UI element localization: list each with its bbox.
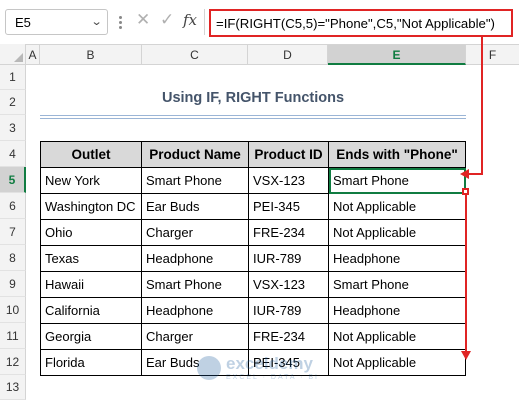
cancel-icon[interactable]: ✕	[136, 10, 150, 30]
table-row: Washington DC Ear Buds PEI-345 Not Appli…	[40, 193, 466, 220]
row-header-4[interactable]: 4	[0, 141, 26, 167]
row-header-10[interactable]: 10	[0, 297, 26, 323]
column-header-a[interactable]: A	[26, 45, 40, 65]
row-header-7[interactable]: 7	[0, 219, 26, 245]
table-row: Hawaii Smart Phone VSX-123 Smart Phone	[40, 271, 466, 298]
formula-bar-row: E5 ⌄ ✕ ✓ fx =IF(RIGHT(C5,5)="Phone",C5,"…	[0, 0, 519, 44]
header-ends-with-phone[interactable]: Ends with "Phone"	[328, 141, 466, 168]
column-header-e[interactable]: E	[328, 45, 466, 65]
cell-result[interactable]: Headphone	[328, 245, 466, 272]
row-header-1[interactable]: 1	[0, 65, 26, 90]
title-underline	[40, 118, 466, 119]
cell-product-id[interactable]: IUR-789	[248, 245, 329, 272]
row-header-6[interactable]: 6	[0, 193, 26, 219]
cell-product-name[interactable]: Headphone	[141, 297, 249, 324]
cell-outlet[interactable]: Ohio	[40, 219, 142, 246]
data-table: Outlet Product Name Product ID Ends with…	[40, 141, 466, 376]
cell-result[interactable]: Not Applicable	[328, 219, 466, 246]
cell-outlet[interactable]: Florida	[40, 349, 142, 376]
annotation-arrow-line	[481, 37, 483, 174]
cell-product-name[interactable]: Smart Phone	[141, 271, 249, 298]
row-header-3[interactable]: 3	[0, 115, 26, 141]
table-row: Georgia Charger FRE-234 Not Applicable	[40, 323, 466, 350]
formula-buttons: ✕ ✓ fx	[129, 9, 205, 35]
row-header-2[interactable]: 2	[0, 90, 26, 115]
watermark-tagline: EXCEL · DATA · BI	[226, 374, 319, 381]
cell-product-name[interactable]: Headphone	[141, 245, 249, 272]
cell-result[interactable]: Headphone	[328, 297, 466, 324]
cell-result-selected[interactable]: Smart Phone	[328, 167, 466, 194]
column-header-d[interactable]: D	[248, 45, 328, 65]
cell-result[interactable]: Smart Phone	[328, 271, 466, 298]
header-outlet[interactable]: Outlet	[40, 141, 142, 168]
column-header-b[interactable]: B	[40, 45, 142, 65]
more-options-icon[interactable]	[115, 11, 125, 33]
table-row: New York Smart Phone VSX-123 Smart Phone	[40, 167, 466, 194]
fill-down-arrow-line	[465, 195, 467, 353]
cell-product-id[interactable]: FRE-234	[248, 219, 329, 246]
cell-outlet[interactable]: Washington DC	[40, 193, 142, 220]
cell-outlet[interactable]: Hawaii	[40, 271, 142, 298]
table-header-row: Outlet Product Name Product ID Ends with…	[40, 141, 466, 168]
cell-result[interactable]: Not Applicable	[328, 193, 466, 220]
cell-outlet[interactable]: Texas	[40, 245, 142, 272]
row-header-11[interactable]: 11	[0, 323, 26, 349]
formula-text: =IF(RIGHT(C5,5)="Phone",C5,"Not Applicab…	[216, 16, 495, 31]
arrow-down-icon	[461, 351, 471, 360]
row-header-9[interactable]: 9	[0, 271, 26, 297]
select-all-button[interactable]	[0, 44, 26, 65]
sheet-title: Using IF, RIGHT Functions	[161, 90, 345, 106]
cell-result[interactable]: Not Applicable	[328, 323, 466, 350]
row-header-5[interactable]: 5	[0, 167, 26, 193]
row-header-12[interactable]: 12	[0, 349, 26, 375]
cell-outlet[interactable]: Georgia	[40, 323, 142, 350]
cell-product-id[interactable]: FRE-234	[248, 323, 329, 350]
watermark-logo: exceldemy EXCEL · DATA · BI	[197, 354, 337, 394]
row-header-13[interactable]: 13	[0, 375, 26, 400]
chevron-down-icon[interactable]: ⌄	[90, 15, 102, 28]
insert-function-icon[interactable]: fx	[183, 11, 197, 29]
cell-product-name[interactable]: Charger	[141, 219, 249, 246]
column-header-f[interactable]: F	[466, 45, 519, 65]
arrow-left-icon	[460, 169, 469, 179]
cell-outlet[interactable]: California	[40, 297, 142, 324]
cell-product-id[interactable]: VSX-123	[248, 271, 329, 298]
cell-product-name[interactable]: Charger	[141, 323, 249, 350]
enter-icon[interactable]: ✓	[160, 10, 174, 30]
annotation-arrow-line	[467, 173, 483, 175]
header-product-id[interactable]: Product ID	[248, 141, 329, 168]
cell-product-id[interactable]: IUR-789	[248, 297, 329, 324]
column-header-c[interactable]: C	[142, 45, 248, 65]
watermark-icon	[197, 356, 221, 380]
table-row: Texas Headphone IUR-789 Headphone	[40, 245, 466, 272]
name-box[interactable]: E5 ⌄	[5, 9, 108, 35]
cell-product-id[interactable]: PEI-345	[248, 193, 329, 220]
table-row: California Headphone IUR-789 Headphone	[40, 297, 466, 324]
cell-product-name[interactable]: Smart Phone	[141, 167, 249, 194]
title-underline	[40, 115, 466, 116]
cell-result[interactable]: Not Applicable	[328, 349, 466, 376]
fill-handle[interactable]	[462, 188, 469, 195]
name-box-value: E5	[15, 15, 31, 30]
header-product-name[interactable]: Product Name	[141, 141, 249, 168]
cell-outlet[interactable]: New York	[40, 167, 142, 194]
cell-product-name[interactable]: Ear Buds	[141, 193, 249, 220]
cell-product-id[interactable]: VSX-123	[248, 167, 329, 194]
table-row: Ohio Charger FRE-234 Not Applicable	[40, 219, 466, 246]
formula-input[interactable]: =IF(RIGHT(C5,5)="Phone",C5,"Not Applicab…	[209, 9, 513, 37]
watermark-name: exceldemy	[226, 354, 313, 373]
row-header-8[interactable]: 8	[0, 245, 26, 271]
